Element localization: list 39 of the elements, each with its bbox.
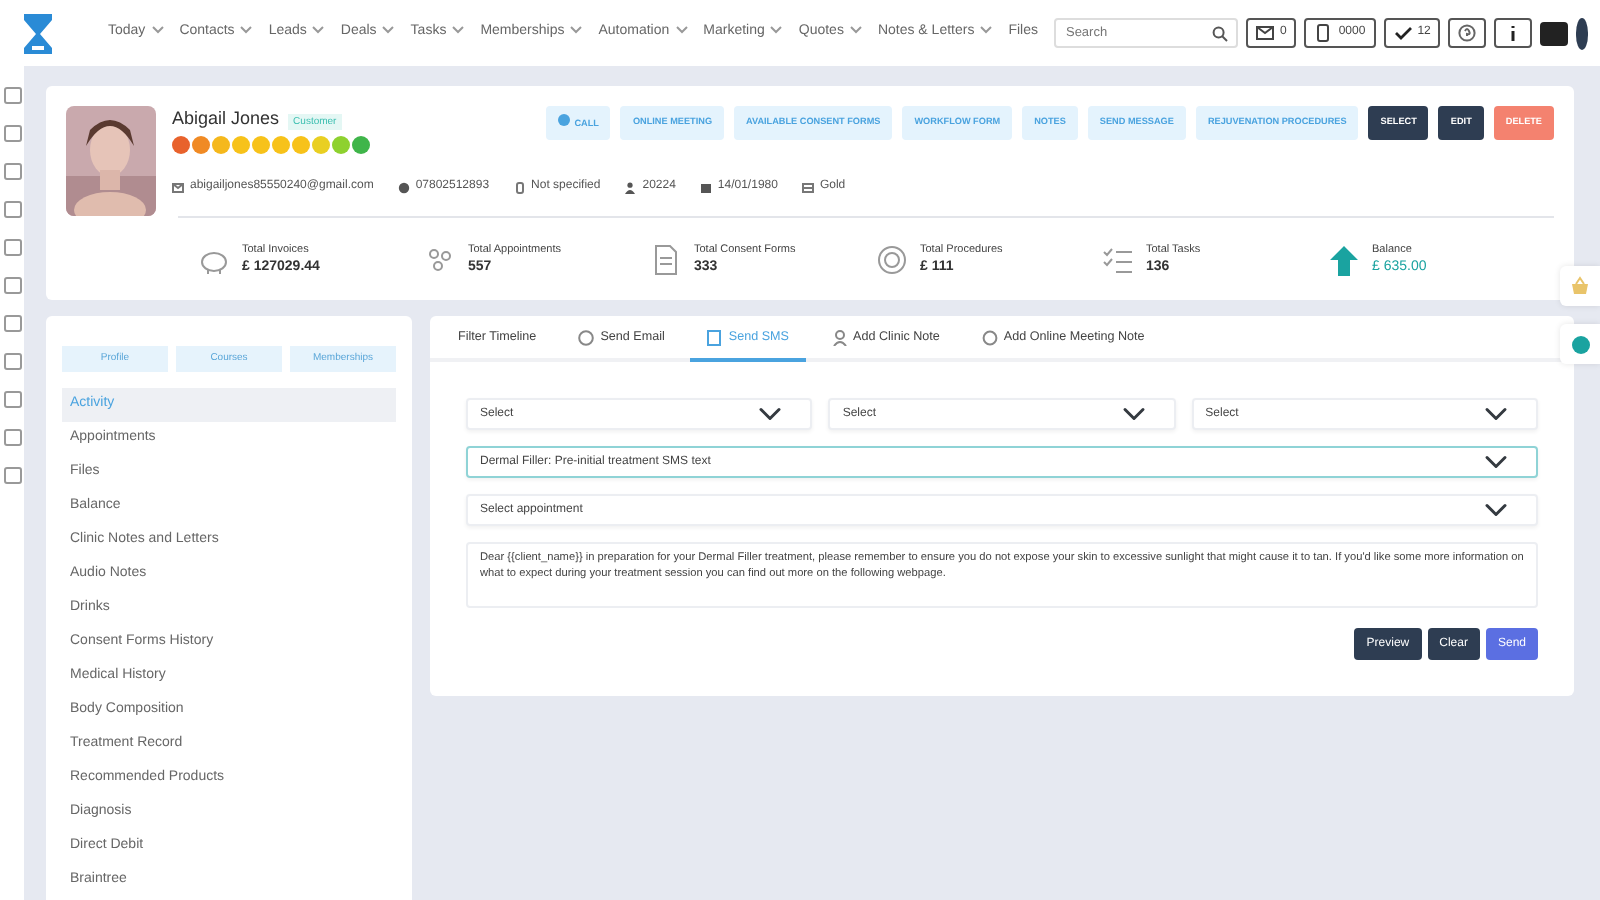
check-icon (1393, 24, 1412, 42)
mood-icon[interactable] (192, 135, 210, 154)
mood-icon[interactable] (292, 135, 310, 154)
mood-icon[interactable] (232, 135, 250, 154)
mood-icon[interactable] (332, 135, 350, 154)
caret-icon (980, 26, 993, 35)
mobile-icon (1314, 24, 1333, 42)
mood-icon[interactable] (252, 135, 270, 154)
document-icon (650, 244, 682, 277)
caret-icon (849, 26, 862, 35)
client-name: Abigail Jones (172, 108, 280, 128)
mood-icon[interactable] (352, 135, 370, 154)
mood-icon[interactable] (172, 135, 190, 154)
caret-icon (312, 26, 325, 35)
mood-icon[interactable] (312, 135, 330, 154)
caret-icon (151, 26, 164, 35)
checklist-icon (1102, 244, 1134, 277)
caret-icon (240, 26, 253, 35)
caret-icon (770, 26, 783, 35)
help-button[interactable] (1448, 18, 1487, 48)
circle-icon (876, 244, 908, 277)
info-button[interactable] (1494, 18, 1533, 48)
card-icon (801, 181, 814, 194)
hourglass-logo[interactable] (20, 11, 56, 55)
caret-icon (570, 26, 583, 35)
caret-icon (675, 26, 688, 35)
caret-icon (382, 26, 395, 35)
caret-icon (452, 26, 465, 35)
mood-icon[interactable] (272, 135, 290, 154)
envelope-icon (172, 181, 184, 194)
search-icon[interactable] (1211, 25, 1228, 41)
arrow-up-icon (1328, 244, 1360, 277)
mood-icon[interactable] (212, 135, 230, 154)
avatar-icon[interactable] (1575, 17, 1588, 49)
help-icon (1458, 24, 1477, 42)
envelope-icon (1255, 24, 1274, 42)
account-badge[interactable] (1540, 21, 1568, 45)
user-icon (624, 181, 637, 194)
basket-icon[interactable] (1560, 266, 1600, 306)
